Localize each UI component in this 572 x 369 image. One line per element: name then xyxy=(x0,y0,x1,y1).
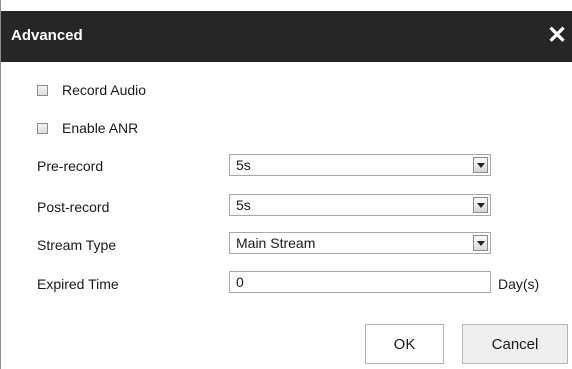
chevron-down-icon[interactable] xyxy=(473,197,488,213)
ok-button[interactable]: OK xyxy=(365,324,444,364)
post-record-select[interactable]: 5s xyxy=(229,194,491,216)
close-icon[interactable]: ✕ xyxy=(546,24,568,48)
expired-time-label: Expired Time xyxy=(37,276,119,292)
post-record-value: 5s xyxy=(236,197,251,213)
pre-record-label: Pre-record xyxy=(37,158,104,174)
record-audio-option[interactable]: Record Audio xyxy=(37,80,146,100)
dialog-title: Advanced xyxy=(11,27,83,44)
dialog-titlebar: Advanced ✕ xyxy=(1,11,572,62)
chevron-down-icon[interactable] xyxy=(473,157,488,173)
enable-anr-option[interactable]: Enable ANR xyxy=(37,118,138,138)
expired-time-input[interactable]: 0 xyxy=(229,271,491,293)
record-audio-checkbox[interactable] xyxy=(37,84,48,96)
pre-record-value: 5s xyxy=(236,157,251,173)
post-record-label: Post-record xyxy=(37,199,110,215)
stream-type-select[interactable]: Main Stream xyxy=(229,232,491,254)
expired-time-unit: Day(s) xyxy=(498,276,540,292)
enable-anr-label: Enable ANR xyxy=(62,120,139,136)
stream-type-label: Stream Type xyxy=(37,237,117,253)
record-audio-label: Record Audio xyxy=(62,82,147,98)
pre-record-select[interactable]: 5s xyxy=(229,154,491,176)
stream-type-value: Main Stream xyxy=(236,235,316,251)
enable-anr-checkbox[interactable] xyxy=(37,122,48,134)
cancel-button[interactable]: Cancel xyxy=(462,324,568,364)
chevron-down-icon[interactable] xyxy=(473,235,488,251)
advanced-dialog: Advanced ✕ Record Audio Enable ANR Pre-r… xyxy=(0,0,572,369)
expired-time-value: 0 xyxy=(236,274,244,290)
